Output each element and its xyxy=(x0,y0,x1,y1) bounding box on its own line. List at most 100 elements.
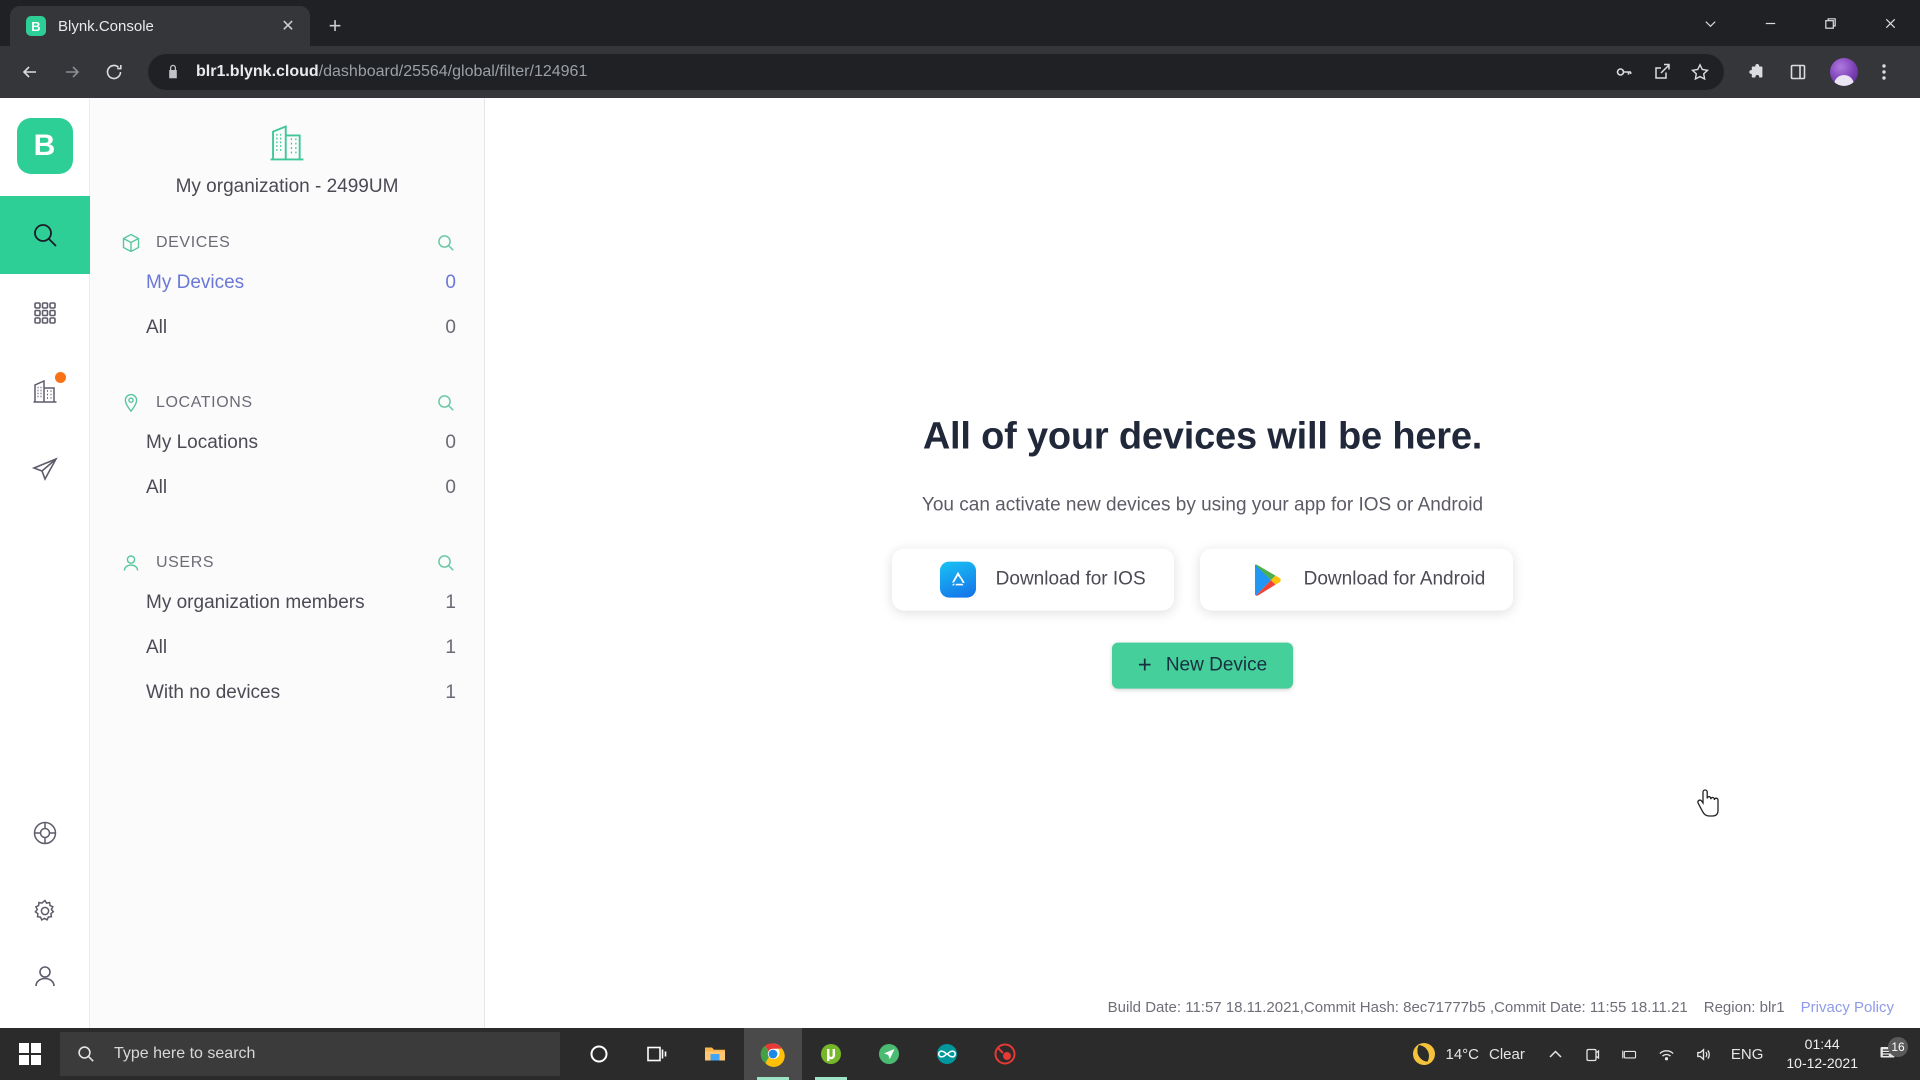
tab-title: Blynk.Console xyxy=(58,17,154,35)
blynk-logo[interactable]: B xyxy=(16,118,73,174)
group-label-locations: LOCATIONS xyxy=(156,394,253,411)
rail-item-settings[interactable] xyxy=(0,872,90,950)
taskbar-search-input[interactable]: Type here to search xyxy=(60,1032,560,1076)
extensions-puzzle-icon[interactable] xyxy=(1738,54,1774,90)
filter-label: All xyxy=(146,476,168,498)
filter-label: All xyxy=(146,316,168,338)
omnibox-actions xyxy=(1606,54,1720,90)
new-device-button[interactable]: + New Device xyxy=(1111,642,1294,689)
new-tab-button[interactable]: + xyxy=(318,9,352,43)
paper-plane-icon xyxy=(31,457,58,481)
group-header-locations: LOCATIONS xyxy=(118,386,456,420)
red-app-icon[interactable] xyxy=(976,1028,1034,1080)
new-device-wrap: + New Device xyxy=(485,642,1920,689)
taskbar-apps xyxy=(570,1028,1034,1080)
windows-taskbar: Type here to search 14°C Clear ENG 01:44… xyxy=(0,1028,1920,1080)
utorrent-icon[interactable] xyxy=(802,1028,860,1080)
sidebar-item-org-members[interactable]: My organization members 1 xyxy=(118,580,456,625)
sidebar-item-users-no-devices[interactable]: With no devices 1 xyxy=(118,670,456,715)
address-bar[interactable]: blr1.blynk.cloud/dashboard/25564/global/… xyxy=(148,54,1724,90)
search-icon xyxy=(33,224,57,247)
system-tray: 14°C Clear ENG 01:44 10-12-2021 16 xyxy=(1409,1028,1920,1080)
rail-item-send[interactable] xyxy=(0,430,90,508)
file-explorer-icon[interactable] xyxy=(686,1028,744,1080)
store-buttons: Download for IOS Download for Android xyxy=(485,548,1920,611)
search-icon[interactable] xyxy=(436,553,456,573)
app-rail: B xyxy=(0,98,90,1028)
onedrive-icon[interactable] xyxy=(1574,1028,1611,1080)
chrome-browser-window: B Blynk.Console ✕ + blr1.blynk.cloud/das… xyxy=(0,0,1920,1028)
rail-item-apps[interactable] xyxy=(0,274,90,352)
back-icon[interactable] xyxy=(12,54,48,90)
filter-group-locations: LOCATIONS My Locations 0 All 0 xyxy=(118,386,456,510)
chevron-up-icon[interactable] xyxy=(1537,1028,1574,1080)
toolbar-right-actions xyxy=(1738,54,1908,90)
page-footer: Build Date: 11:57 18.11.2021,Commit Hash… xyxy=(1108,999,1894,1016)
start-button[interactable] xyxy=(0,1028,60,1080)
search-icon[interactable] xyxy=(436,233,456,253)
filter-count: 0 xyxy=(445,316,456,338)
region-info: Region: blr1 xyxy=(1703,999,1785,1016)
rail-item-organizations[interactable] xyxy=(0,352,90,430)
download-android-label: Download for Android xyxy=(1303,568,1486,590)
forward-icon[interactable] xyxy=(54,54,90,90)
weather-widget[interactable]: 14°C Clear xyxy=(1409,1043,1536,1065)
tab-strip: B Blynk.Console ✕ + xyxy=(0,0,1920,46)
moon-icon xyxy=(1413,1043,1436,1065)
filter-label: My Devices xyxy=(146,271,245,293)
chevron-down-icon[interactable] xyxy=(1680,0,1740,46)
page-title: All of your devices will be here. xyxy=(922,415,1483,458)
taskbar-clock[interactable]: 01:44 10-12-2021 xyxy=(1772,1035,1872,1073)
navigation-app-icon[interactable] xyxy=(860,1028,918,1080)
sidebar-item-all-locations[interactable]: All 0 xyxy=(118,465,456,510)
group-header-devices: DEVICES xyxy=(118,226,456,260)
sidebar-item-my-locations[interactable]: My Locations 0 xyxy=(118,420,456,465)
reload-icon[interactable] xyxy=(96,54,132,90)
volume-icon[interactable] xyxy=(1685,1028,1722,1080)
sidebar-item-all-devices[interactable]: All 0 xyxy=(118,305,456,350)
arduino-icon[interactable] xyxy=(918,1028,976,1080)
language-indicator[interactable]: ENG xyxy=(1722,1028,1773,1080)
password-key-icon[interactable] xyxy=(1606,54,1642,90)
weather-temperature: 14°C xyxy=(1445,1045,1479,1063)
rail-item-help[interactable] xyxy=(0,794,90,872)
rail-item-account[interactable] xyxy=(0,950,90,1028)
rail-item-search[interactable] xyxy=(0,196,90,274)
empty-state: All of your devices will be here. You ca… xyxy=(485,416,1920,689)
clock-time: 01:44 xyxy=(1804,1036,1840,1053)
bookmark-star-icon[interactable] xyxy=(1682,54,1718,90)
chrome-menu-icon[interactable] xyxy=(1866,54,1902,90)
battery-icon[interactable] xyxy=(1611,1028,1648,1080)
cube-icon xyxy=(120,232,142,254)
browser-tab[interactable]: B Blynk.Console ✕ xyxy=(10,6,310,46)
wifi-icon[interactable] xyxy=(1648,1028,1685,1080)
side-panel-icon[interactable] xyxy=(1780,54,1816,90)
sidebar-item-my-devices[interactable]: My Devices 0 xyxy=(118,260,456,305)
group-label-devices: DEVICES xyxy=(156,234,231,251)
tab-close-icon[interactable]: ✕ xyxy=(276,14,300,38)
notification-count-badge: 16 xyxy=(1888,1037,1908,1057)
download-android-button[interactable]: Download for Android xyxy=(1199,548,1514,611)
close-icon[interactable] xyxy=(1860,0,1920,46)
search-icon[interactable] xyxy=(436,393,456,413)
minimize-icon[interactable] xyxy=(1740,0,1800,46)
chrome-icon[interactable] xyxy=(744,1028,802,1080)
group-label-users: USERS xyxy=(156,554,215,571)
share-icon[interactable] xyxy=(1644,54,1680,90)
cortana-icon[interactable] xyxy=(570,1028,628,1080)
download-ios-button[interactable]: Download for IOS xyxy=(891,548,1174,611)
new-device-label: New Device xyxy=(1165,654,1268,676)
profile-avatar[interactable] xyxy=(1830,58,1858,86)
filter-sidebar: My organization - 2499UM DEVICES My Devi… xyxy=(90,98,485,1028)
clock-date: 10-12-2021 xyxy=(1786,1055,1858,1071)
notification-center-button[interactable]: 16 xyxy=(1872,1037,1914,1065)
download-ios-label: Download for IOS xyxy=(995,568,1146,590)
windows-logo-icon xyxy=(19,1043,41,1065)
maximize-icon[interactable] xyxy=(1800,0,1860,46)
main-content: All of your devices will be here. You ca… xyxy=(485,98,1920,1028)
page-subtitle: You can activate new devices by using yo… xyxy=(921,494,1484,516)
user-icon xyxy=(120,552,142,574)
privacy-policy-link[interactable]: Privacy Policy xyxy=(1801,999,1894,1016)
sidebar-item-all-users[interactable]: All 1 xyxy=(118,625,456,670)
task-view-icon[interactable] xyxy=(628,1028,686,1080)
